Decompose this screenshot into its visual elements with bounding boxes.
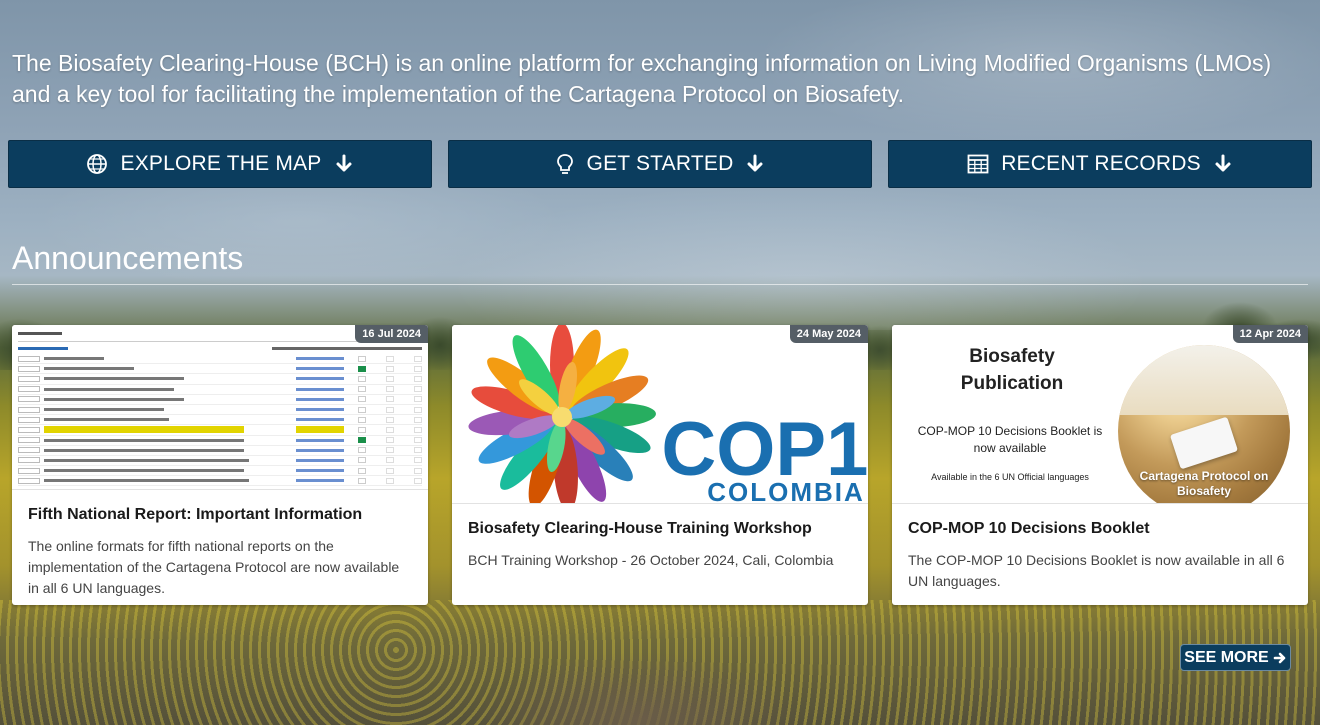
banner-title: Biosafety Publication [960,346,1064,394]
record-overview-screenshot [12,325,428,489]
announcement-card-fifth-national-report[interactable]: 16 Jul 2024 Fifth National Report: Impor… [12,325,428,605]
recent-records-button[interactable]: RECENT RECORDS [888,140,1312,188]
lightbulb-icon [556,154,573,174]
action-buttons: EXPLORE THE MAP GET STARTED RECENT RECOR… [8,140,1312,188]
date-badge: 24 May 2024 [789,325,868,343]
booklet-photo: Cartagena Protocol on Biosafety [1118,345,1290,503]
get-started-button[interactable]: GET STARTED [448,140,872,188]
colombia-text: COLOMBIA [707,477,865,504]
background-field [0,600,1320,725]
announcement-card-decisions-booklet[interactable]: 12 Apr 2024 Biosafety Publication COP-MO… [892,325,1308,605]
banner-subtitle: COP-MOP 10 Decisions Booklet is now avai… [917,424,1103,455]
intro-text: The Biosafety Clearing-House (BCH) is an… [12,50,1272,107]
get-started-label: GET STARTED [586,152,734,175]
book-icon [1169,416,1239,470]
explore-map-button[interactable]: EXPLORE THE MAP [8,140,432,188]
arrow-down-icon [1215,154,1231,172]
arrow-down-icon [747,154,763,172]
see-more-button[interactable]: SEE MORE [1180,644,1291,671]
explore-map-label: EXPLORE THE MAP [120,152,322,175]
banner-note: Available in the 6 UN Official languages [931,472,1089,482]
globe-icon [87,154,108,174]
date-badge: 16 Jul 2024 [355,325,428,343]
announcements-divider [12,284,1308,285]
arrow-down-icon [336,154,351,172]
biosafety-publication-banner: Biosafety Publication COP-MOP 10 Decisio… [892,325,1308,503]
circle-caption: Cartagena Protocol on Biosafety [1139,469,1269,498]
announcement-card-training-workshop[interactable]: 24 May 2024 COP1 COLOMBIA Biosafety Clea… [452,325,868,605]
recent-records-label: RECENT RECORDS [1001,152,1201,175]
card-description: BCH Training Workshop - 26 October 2024,… [468,552,834,568]
cop16-colombia-logo: COP16 COLOMBIA [452,325,868,504]
date-badge: 12 Apr 2024 [1232,325,1308,343]
announcements-heading: Announcements [12,240,244,276]
record-overview-image: 16 Jul 2024 [12,325,428,490]
cop16-image: 24 May 2024 COP1 COLOMBIA [452,325,868,504]
card-title[interactable]: Fifth National Report: Important Informa… [28,506,412,524]
calendar-icon [967,154,989,174]
see-more-label: SEE MORE [1184,648,1269,666]
card-description: The online formats for fifth national re… [28,538,400,596]
card-title[interactable]: Biosafety Clearing-House Training Worksh… [468,520,852,538]
card-description: The COP-MOP 10 Decisions Booklet is now … [908,552,1285,589]
biosafety-publication-image: 12 Apr 2024 Biosafety Publication COP-MO… [892,325,1308,504]
card-title[interactable]: COP-MOP 10 Decisions Booklet [908,520,1292,538]
arrow-right-icon [1273,652,1286,663]
